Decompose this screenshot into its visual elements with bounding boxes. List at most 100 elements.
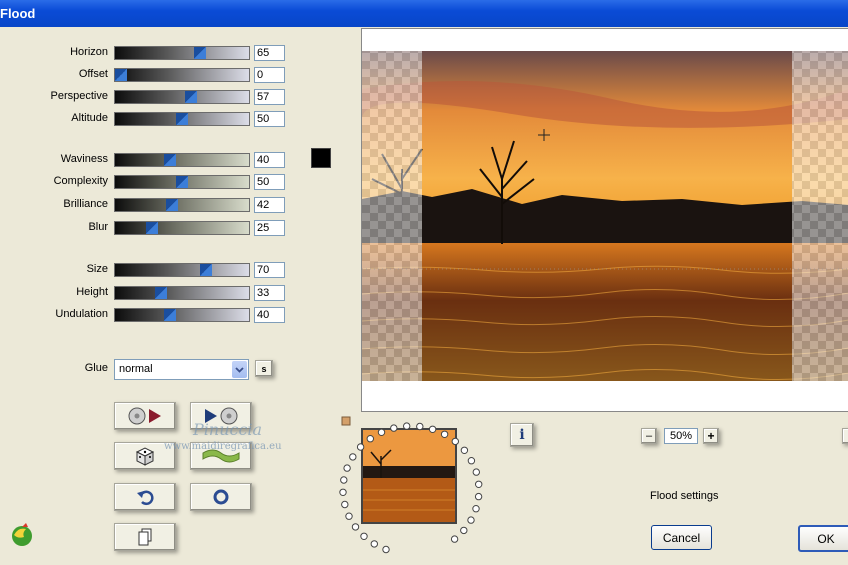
- label-size: Size: [86, 263, 108, 275]
- value-field-altitude[interactable]: 50: [254, 111, 285, 127]
- zoom-out-label: –: [645, 430, 653, 442]
- ring-dot: [467, 516, 475, 524]
- slider-height[interactable]: [114, 286, 250, 300]
- ring-dot: [349, 453, 357, 461]
- slider-offset[interactable]: [114, 68, 250, 82]
- app-logo-icon: [12, 523, 32, 546]
- ring-dot: [475, 480, 483, 489]
- zoom-value: 50%: [664, 428, 698, 444]
- slider-thumb-blur[interactable]: [146, 222, 158, 234]
- glue-label: Glue: [84, 362, 108, 374]
- slider-thumb-waviness[interactable]: [164, 154, 176, 166]
- slider-complexity[interactable]: [114, 175, 250, 189]
- slider-thumb-size[interactable]: [200, 264, 212, 276]
- label-undulation: Undulation: [55, 308, 108, 320]
- ring-dot: [416, 422, 424, 431]
- zoom-out-button[interactable]: –: [641, 428, 657, 444]
- label-height: Height: [76, 286, 108, 298]
- label-waviness: Waviness: [60, 153, 108, 165]
- chevron-down-icon[interactable]: [232, 361, 247, 378]
- undo-arrow-icon: [137, 490, 154, 506]
- watermark-text: Pinuccia: [193, 420, 263, 439]
- ring-dot: [343, 464, 351, 472]
- ring-dot: [460, 526, 468, 535]
- ring-dot: [451, 437, 460, 446]
- document-icon: [138, 528, 152, 546]
- ring-icon: [213, 489, 229, 505]
- slider-thumb-complexity[interactable]: [176, 176, 188, 188]
- zoom-in-button[interactable]: +: [703, 428, 719, 444]
- ok-button[interactable]: OK: [798, 525, 848, 552]
- value-field-offset[interactable]: 0: [254, 67, 285, 83]
- value-field-horizon[interactable]: 65: [254, 45, 285, 61]
- load-preset-button[interactable]: [114, 402, 176, 430]
- slider-thumb-perspective[interactable]: [185, 91, 197, 103]
- value-field-height[interactable]: 33: [254, 285, 285, 301]
- value-field-waviness[interactable]: 40: [254, 152, 285, 168]
- ring-dot: [345, 512, 353, 520]
- label-complexity: Complexity: [53, 175, 108, 187]
- ring-dot: [382, 545, 390, 554]
- cancel-button[interactable]: Cancel: [651, 525, 712, 550]
- value-field-brilliance[interactable]: 42: [254, 197, 285, 213]
- ring-dot: [474, 492, 483, 501]
- value-field-blur[interactable]: 25: [254, 220, 285, 236]
- preview-image: [362, 51, 848, 411]
- ring-dot: [440, 430, 449, 438]
- main-preview[interactable]: [361, 28, 848, 412]
- slider-thumb-height[interactable]: [155, 287, 167, 299]
- ring-dot: [472, 505, 480, 513]
- glue-select[interactable]: normal: [114, 359, 249, 380]
- value-field-perspective[interactable]: 57: [254, 89, 285, 105]
- ring-dot: [340, 476, 348, 484]
- glue-s-button[interactable]: s: [255, 360, 273, 377]
- ring-dot: [472, 468, 481, 476]
- dice-icon: [135, 447, 155, 466]
- disc-arrow-icon: [128, 407, 161, 425]
- slider-thumb-undulation[interactable]: [164, 309, 176, 321]
- value-field-size[interactable]: 70: [254, 262, 285, 278]
- ring-dot: [351, 523, 360, 531]
- slider-altitude[interactable]: [114, 112, 250, 126]
- slider-brilliance[interactable]: [114, 198, 250, 212]
- label-offset: Offset: [78, 68, 108, 80]
- slider-undulation[interactable]: [114, 308, 250, 322]
- ok-button-label: OK: [817, 531, 835, 546]
- ring-dot: [360, 532, 368, 541]
- title-bar[interactable]: Flood: [0, 0, 848, 27]
- slider-thumb-brilliance[interactable]: [166, 199, 178, 211]
- copy-button[interactable]: [114, 523, 176, 551]
- slider-blur[interactable]: [114, 221, 250, 235]
- slider-size[interactable]: [114, 263, 250, 277]
- ring-dot: [356, 443, 365, 451]
- info-button[interactable]: i: [510, 423, 534, 447]
- slider-horizon[interactable]: [114, 46, 250, 60]
- stop-button[interactable]: [190, 483, 252, 511]
- watermark-url: www.maidiregrafica.eu: [164, 441, 282, 452]
- slider-perspective[interactable]: [114, 90, 250, 104]
- cancel-button-label: Cancel: [662, 530, 701, 545]
- slider-waviness[interactable]: [114, 153, 250, 167]
- window-title: Flood: [0, 6, 36, 21]
- navigator-ring[interactable]: [330, 415, 492, 565]
- value-field-complexity[interactable]: 50: [254, 174, 285, 190]
- ring-dot: [370, 540, 378, 548]
- label-altitude: Altitude: [71, 112, 108, 124]
- slider-thumb-horizon[interactable]: [194, 47, 206, 59]
- label-blur: Blur: [88, 221, 108, 233]
- ring-dot: [467, 457, 476, 465]
- reset-button[interactable]: [114, 483, 176, 511]
- label-perspective: Perspective: [50, 90, 108, 102]
- value-field-undulation[interactable]: 40: [254, 307, 285, 323]
- ring-dot: [341, 500, 349, 509]
- color-swatch[interactable]: [311, 148, 331, 168]
- right-edge-button[interactable]: [842, 428, 848, 444]
- label-brilliance: Brilliance: [63, 198, 108, 210]
- ring-dot: [460, 446, 469, 454]
- ring-dot: [450, 535, 459, 543]
- slider-thumb-altitude[interactable]: [176, 113, 188, 125]
- ring-dot: [377, 428, 386, 436]
- zoom-in-label: +: [707, 429, 715, 443]
- ring-dot: [339, 488, 347, 497]
- slider-thumb-offset[interactable]: [115, 69, 127, 81]
